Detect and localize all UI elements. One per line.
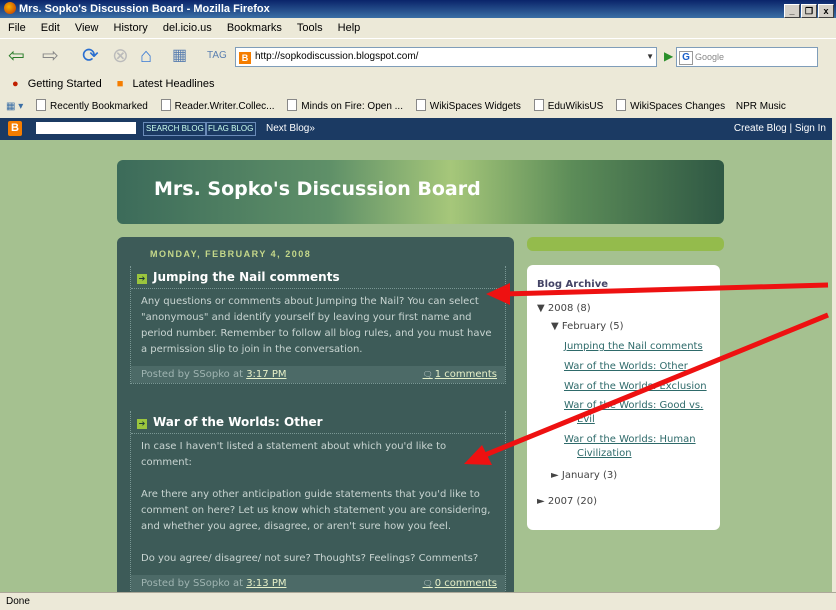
blog-page: Mrs. Sopko's Discussion Board MONDAY, FE… [0, 140, 832, 592]
window-title: Mrs. Sopko's Discussion Board - Mozilla … [19, 3, 270, 15]
window-titlebar: Mrs. Sopko's Discussion Board - Mozilla … [0, 0, 836, 18]
red-arrow-2 [484, 312, 829, 458]
url-bar[interactable]: Bhttp://sopkodiscussion.blogspot.com/ ▼ [235, 47, 657, 67]
status-text: Done [6, 596, 30, 607]
menu-bar: File Edit View History del.icio.us Bookm… [0, 18, 836, 38]
tag-icon[interactable]: TAG [207, 46, 227, 66]
rss-icon: ■ [116, 78, 124, 90]
close-button[interactable]: x [818, 4, 834, 18]
bookmarks-toolbar-2: ▦ ▾ Recently Bookmarked Reader.Writer.Co… [0, 96, 836, 119]
red-arrow-1 [504, 282, 829, 297]
blogger-navbar: B SEARCH BLOG FLAG BLOG Next Blog» Creat… [0, 118, 832, 140]
bookmark-npr-music[interactable]: NPR Music [736, 101, 786, 112]
firefox-bookmark-icon: ● [12, 78, 19, 90]
blogger-logo-icon[interactable]: B [8, 121, 22, 136]
menu-view[interactable]: View [75, 22, 99, 34]
blog-search-input[interactable] [36, 122, 136, 134]
toolbar-menu-icon[interactable]: ▦ ▾ [6, 101, 23, 112]
bookmark-page-icon[interactable]: ▦ [172, 46, 187, 66]
next-blog-link[interactable]: Next Blog» [266, 118, 315, 140]
search-blog-button[interactable]: SEARCH BLOG [143, 122, 207, 136]
bookmark-minds-on-fire[interactable]: Minds on Fire: Open ... [287, 101, 403, 112]
go-icon[interactable]: ▶ [664, 49, 673, 63]
forward-icon[interactable]: ⇨ [42, 46, 59, 66]
bookmark-recently-bookmarked[interactable]: Recently Bookmarked [36, 101, 148, 112]
getting-started-link[interactable]: ● Getting Started [6, 78, 102, 90]
home-icon[interactable]: ⌂ [140, 46, 152, 66]
menu-tools[interactable]: Tools [297, 22, 323, 34]
menu-file[interactable]: File [8, 22, 26, 34]
url-text: http://sopkodiscussion.blogspot.com/ [255, 51, 419, 62]
reload-icon[interactable]: ⟳ [82, 46, 99, 66]
back-icon[interactable]: ⇦ [8, 46, 25, 66]
flag-blog-button[interactable]: FLAG BLOG [205, 122, 257, 136]
search-box[interactable]: G Google [676, 47, 818, 67]
menu-help[interactable]: Help [338, 22, 361, 34]
minimize-button[interactable]: _ [784, 4, 800, 18]
bookmark-wikispaces-changes[interactable]: WikiSpaces Changes [616, 101, 725, 112]
url-dropdown-icon[interactable]: ▼ [646, 48, 654, 66]
stop-icon[interactable]: ⊗ [112, 46, 129, 66]
red-arrow-head-1 [486, 283, 510, 305]
status-bar: Done [0, 592, 836, 610]
navigation-toolbar: ⇦ ⇨ ⟳ ⊗ ⌂ ▦ TAG Bhttp://sopkodiscussion.… [0, 38, 836, 74]
create-blog-sign-in-link[interactable]: Create Blog | Sign In [734, 118, 826, 140]
google-icon[interactable]: G [679, 51, 693, 65]
site-favicon: B [239, 52, 251, 64]
maximize-button[interactable]: ❐ [801, 4, 817, 18]
firefox-icon [4, 2, 16, 14]
latest-headlines-link[interactable]: ■ Latest Headlines [111, 78, 215, 90]
vertical-scrollbar[interactable] [832, 118, 836, 592]
menu-delicious[interactable]: del.icio.us [163, 22, 212, 34]
bookmarks-toolbar: ● Getting Started ■ Latest Headlines [0, 72, 836, 97]
menu-history[interactable]: History [114, 22, 148, 34]
bookmark-reader-writer[interactable]: Reader.Writer.Collec... [161, 101, 275, 112]
annotation-arrows [464, 282, 829, 465]
bookmark-wikispaces-widgets[interactable]: WikiSpaces Widgets [416, 101, 521, 112]
search-placeholder: Google [695, 52, 725, 62]
menu-edit[interactable]: Edit [41, 22, 60, 34]
menu-bookmarks[interactable]: Bookmarks [227, 22, 282, 34]
bookmark-eduwikisus[interactable]: EduWikisUS [534, 101, 604, 112]
